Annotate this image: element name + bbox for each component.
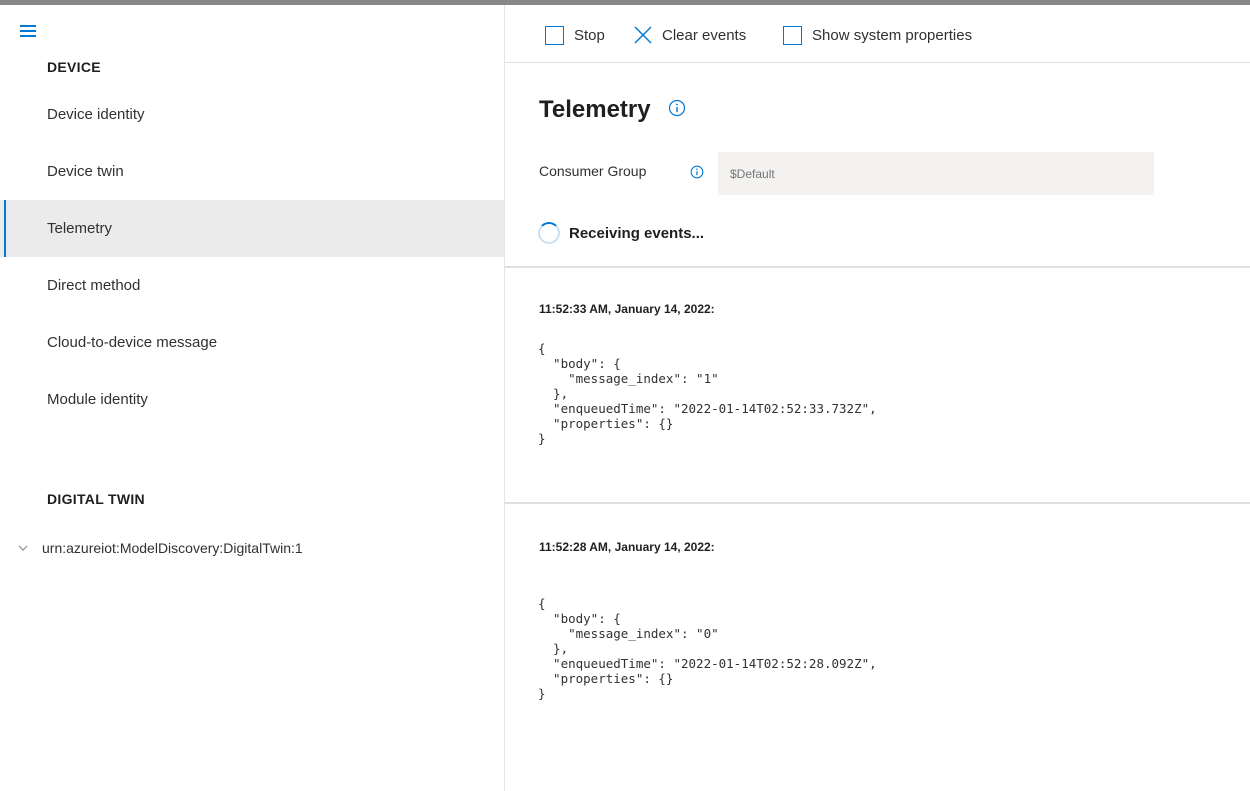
command-bar: Stop Clear events Show system properties	[505, 5, 1250, 63]
device-section-title: DEVICE	[47, 59, 101, 75]
close-icon	[634, 26, 652, 44]
consumer-group-label: Consumer Group	[539, 163, 647, 179]
show-system-properties-label: Show system properties	[812, 26, 973, 44]
stop-icon	[545, 25, 564, 45]
digital-twin-label: urn:azureiot:ModelDiscovery:DigitalTwin:…	[42, 540, 303, 556]
status-text: Receiving events...	[569, 225, 705, 242]
sidebar-item-telemetry[interactable]: Telemetry	[0, 200, 504, 257]
info-icon[interactable]	[668, 99, 686, 117]
sidebar-item-device-identity[interactable]: Device identity	[0, 86, 504, 143]
chevron-down-icon[interactable]	[18, 543, 28, 553]
event-divider	[505, 502, 1250, 504]
sidebar-item-digital-twin[interactable]: urn:azureiot:ModelDiscovery:DigitalTwin:…	[18, 540, 303, 556]
event-body: { "body": { "message_index": "1" }, "enq…	[538, 341, 877, 446]
checkbox-icon	[783, 25, 802, 45]
event-body: { "body": { "message_index": "0" }, "enq…	[538, 596, 877, 701]
sidebar-item-label: Cloud-to-device message	[47, 334, 218, 351]
sidebar-item-label: Device twin	[47, 163, 124, 180]
event-timestamp: 11:52:33 AM, January 14, 2022:	[539, 302, 715, 316]
events-divider	[505, 266, 1250, 268]
hamburger-icon[interactable]	[20, 25, 36, 37]
sidebar-item-label: Module identity	[47, 391, 148, 408]
sidebar-item-device-twin[interactable]: Device twin	[0, 143, 504, 200]
stop-label: Stop	[574, 26, 605, 44]
consumer-group-input[interactable]	[718, 152, 1154, 195]
sidebar-item-label: Telemetry	[47, 220, 113, 237]
sidebar-item-label: Direct method	[47, 277, 141, 294]
page-title: Telemetry	[539, 96, 651, 123]
sidebar-item-cloud-to-device-message[interactable]: Cloud-to-device message	[0, 314, 504, 371]
event-timestamp: 11:52:28 AM, January 14, 2022:	[539, 540, 715, 554]
digital-twin-section-title: DIGITAL TWIN	[47, 491, 145, 507]
info-icon[interactable]	[690, 165, 704, 179]
sidebar: DEVICE Device identity Device twin Telem…	[0, 5, 504, 791]
sidebar-item-direct-method[interactable]: Direct method	[0, 257, 504, 314]
sidebar-item-label: Device identity	[47, 106, 145, 123]
spinner-icon	[538, 222, 560, 244]
sidebar-divider	[504, 5, 505, 791]
clear-events-label: Clear events	[662, 26, 747, 44]
show-system-properties-checkbox[interactable]: Show system properties	[783, 23, 972, 47]
clear-events-button[interactable]: Clear events	[632, 23, 746, 47]
stop-button[interactable]: Stop	[545, 23, 605, 47]
sidebar-item-module-identity[interactable]: Module identity	[0, 371, 504, 428]
